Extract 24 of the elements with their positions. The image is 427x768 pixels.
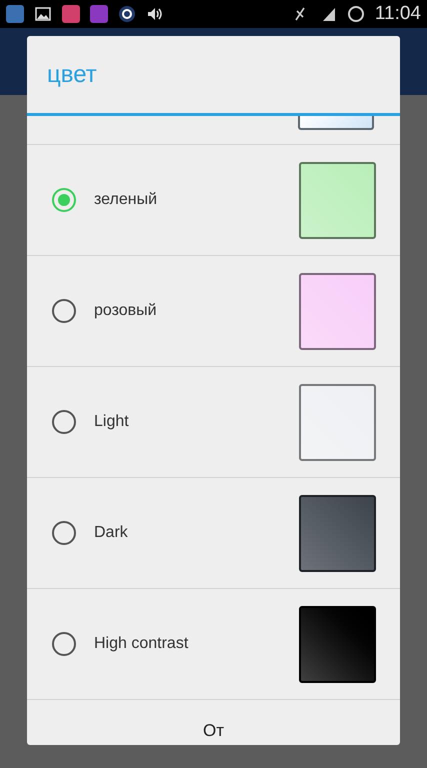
option-label: Light [94, 413, 130, 431]
radio-button[interactable] [52, 521, 76, 545]
notification-icon [62, 5, 80, 23]
clock-time: 11:04 [374, 3, 421, 25]
color-option[interactable]: зеленый [27, 145, 400, 256]
notification-icon [6, 5, 24, 23]
cancel-button[interactable]: От [196, 720, 230, 742]
color-option[interactable]: High contrast [27, 589, 400, 700]
radio-button[interactable] [52, 188, 76, 212]
radio-button[interactable] [52, 299, 76, 323]
dialog-title: цвет [46, 60, 98, 90]
image-icon [34, 5, 52, 23]
radio-button[interactable] [52, 632, 76, 656]
loading-icon [346, 5, 365, 23]
notification-icon [90, 5, 108, 23]
radio-button[interactable] [52, 410, 76, 434]
color-option[interactable]: розовый [27, 256, 400, 367]
color-option[interactable]: Light [27, 367, 400, 478]
option-label: Dark [94, 524, 129, 542]
option-label: розовый [94, 302, 158, 320]
option-label: зеленый [94, 191, 158, 209]
option-label: High contrast [94, 635, 190, 653]
circle-icon [118, 5, 136, 23]
color-option[interactable]: Dark [27, 478, 400, 589]
